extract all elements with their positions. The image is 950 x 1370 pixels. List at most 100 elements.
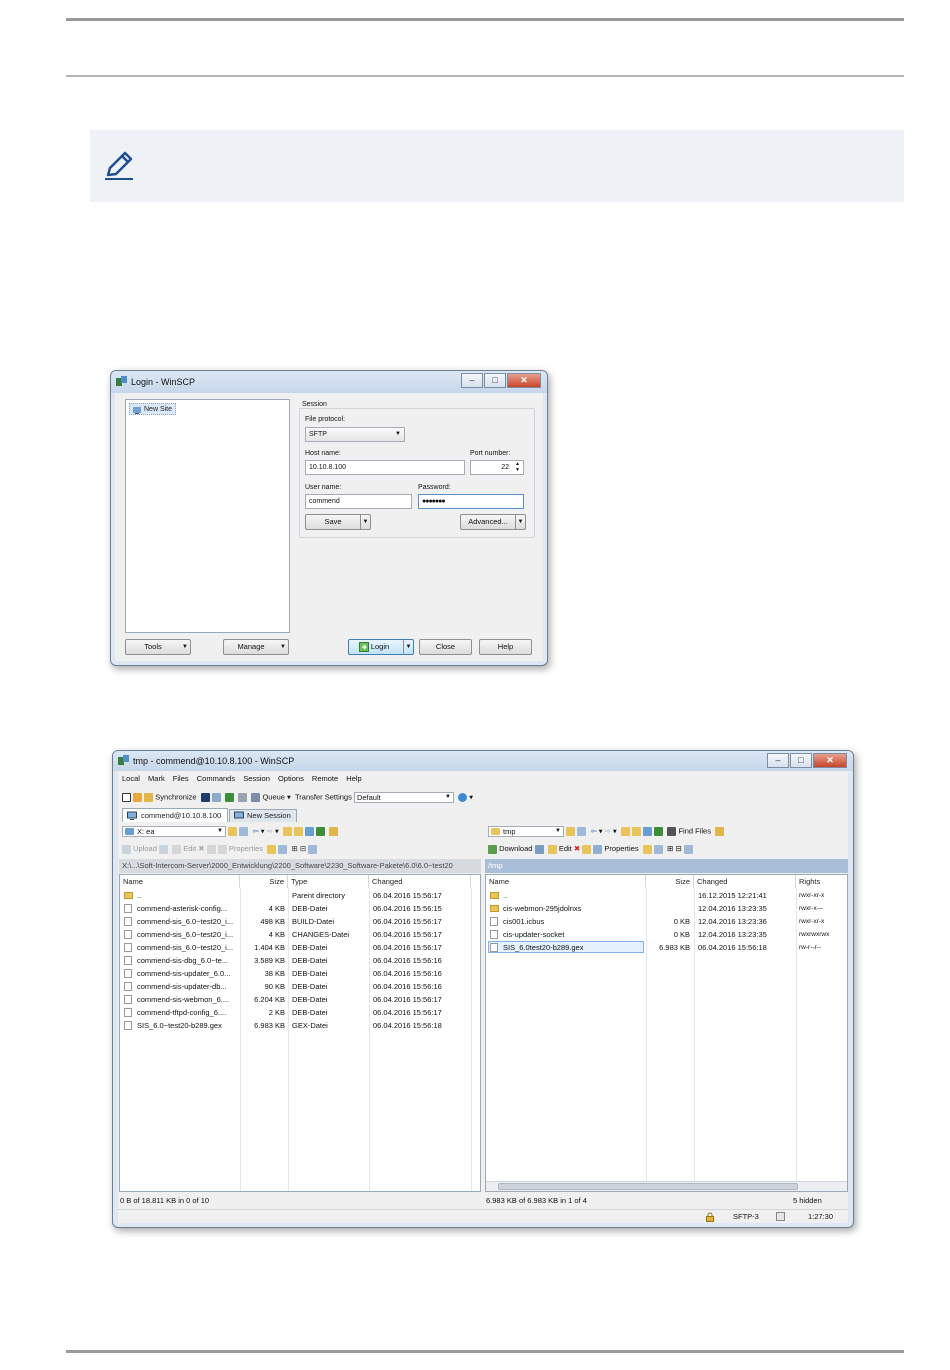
collapse-icon[interactable]: ⊟ (300, 844, 306, 853)
site-tree[interactable]: New Site (125, 399, 290, 633)
minimize-button[interactable]: – (461, 373, 483, 388)
parent-folder-icon[interactable] (282, 827, 292, 836)
menu-options[interactable]: Options (278, 774, 304, 783)
delete-icon[interactable]: ✖ (198, 844, 204, 853)
right-col-changed[interactable]: Changed (694, 875, 796, 888)
menu-help[interactable]: Help (346, 774, 361, 783)
menu-remote[interactable]: Remote (312, 774, 338, 783)
expand-icon[interactable]: ⊞ (667, 844, 673, 853)
find-icon[interactable] (329, 827, 339, 836)
site-tree-item-new-site[interactable]: New Site (129, 403, 177, 415)
close-window-button[interactable]: ✕ (813, 753, 847, 768)
globe-icon[interactable] (458, 793, 468, 802)
table-row[interactable]: commend-sis-dbg_6.0~te... 3.589 KB DEB-Dat… (120, 954, 480, 967)
filter-icon[interactable] (683, 844, 693, 854)
password-input[interactable]: ●●●●●●● (418, 494, 524, 509)
home-icon[interactable] (305, 827, 315, 836)
save-button[interactable]: Save ▼ (305, 514, 371, 530)
root-folder-icon[interactable] (632, 827, 642, 836)
left-properties-button[interactable]: Properties (229, 844, 263, 853)
collapse-icon[interactable]: ⊟ (675, 844, 681, 853)
right-drive-select[interactable]: tmp ▼ (488, 826, 564, 837)
table-row[interactable]: commend-sis-updater-db... 90 KB DEB-Datei 0… (120, 980, 480, 993)
refresh-icon[interactable] (225, 793, 234, 802)
table-row[interactable]: commend-sis-updater_6.0... 38 KB DEB-Datei… (120, 967, 480, 980)
home-icon[interactable] (643, 827, 653, 836)
table-row[interactable]: commend-sis_6.0~test20_i... 498 KB BUILD-D… (120, 915, 480, 928)
maximize-button[interactable]: □ (790, 753, 812, 768)
minimize-button[interactable]: – (767, 753, 789, 768)
open-folder-icon[interactable] (566, 827, 576, 836)
menu-session[interactable]: Session (243, 774, 270, 783)
right-col-size[interactable]: Size (646, 875, 694, 888)
refresh-icon[interactable] (316, 827, 326, 836)
right-file-panel[interactable]: Name Size Changed Rights .. 16.12.2015 12… (485, 874, 848, 1192)
table-row[interactable]: SIS_6.0~test20-b289.gex 6.983 KB GEX-Datei… (120, 1019, 480, 1032)
synchronize-icon[interactable] (144, 793, 154, 802)
host-name-input[interactable]: 10.10.8.100 (305, 460, 465, 475)
left-col-changed[interactable]: Changed (369, 875, 471, 888)
table-row[interactable]: commend-sis_6.0~test20_i... 1.404 KB DEB-D… (120, 941, 480, 954)
find-icon[interactable] (715, 827, 725, 836)
synchronize-button[interactable]: Synchronize (155, 792, 196, 801)
refresh-icon[interactable] (654, 827, 664, 836)
filter-icon[interactable] (239, 827, 249, 836)
expand-icon[interactable]: ⊞ (291, 844, 297, 853)
new-file-icon[interactable] (653, 844, 663, 854)
login-button[interactable]: Login ▼ (348, 639, 414, 655)
advanced-button[interactable]: Advanced... ▼ (460, 514, 526, 530)
compare-icon[interactable] (133, 793, 143, 802)
parent-folder-icon[interactable] (620, 827, 630, 836)
left-edit-button[interactable]: Edit (183, 844, 196, 853)
panels-icon[interactable] (122, 793, 131, 802)
right-col-rights[interactable]: Rights (796, 875, 847, 888)
filter-icon[interactable] (577, 827, 587, 836)
left-file-panel[interactable]: Name Size Type Changed .. Parent director… (119, 874, 481, 1192)
left-col-size[interactable]: Size (240, 875, 288, 888)
right-path-bar[interactable]: /tmp (485, 859, 848, 873)
new-folder-icon[interactable] (267, 844, 277, 854)
queue-button[interactable]: Queue (262, 792, 285, 801)
menu-files[interactable]: Files (173, 774, 189, 783)
table-row[interactable]: .. 16.12.2015 12:21:41 rwxr-xr-x (486, 889, 847, 902)
root-folder-icon[interactable] (294, 827, 304, 836)
left-col-name[interactable]: Name (120, 875, 240, 888)
table-row[interactable]: cis-webmon-295jdolnxs 12.04.2016 13:23:35… (486, 902, 847, 915)
manage-button[interactable]: Manage ▼ (223, 639, 289, 655)
file-protocol-select[interactable]: SFTP ▼ (305, 427, 405, 442)
table-row[interactable]: commend-sis-webmon_6.... 6.204 KB DEB-Date… (120, 993, 480, 1006)
user-name-input[interactable]: commend (305, 494, 412, 509)
menu-mark[interactable]: Mark (148, 774, 165, 783)
download-button[interactable]: Download (499, 844, 532, 853)
table-row[interactable]: commend-asterisk-config... 4 KB DEB-Datei 0… (120, 902, 480, 915)
table-row[interactable]: SIS_6.0test20-b289.gex 6.983 KB 06.04.2016… (486, 941, 847, 954)
right-col-name[interactable]: Name (486, 875, 646, 888)
tools-button[interactable]: Tools ▼ (125, 639, 191, 655)
new-session-tab[interactable]: New Session (229, 809, 297, 822)
right-properties-button[interactable]: Properties (604, 844, 638, 853)
console-icon[interactable] (200, 793, 210, 802)
putty-icon[interactable] (211, 793, 221, 802)
menu-local[interactable]: Local (122, 774, 140, 783)
table-row[interactable]: cis001.icbus 0 KB 12.04.2016 13:23:36 rwxr-… (486, 915, 847, 928)
left-col-type[interactable]: Type (288, 875, 369, 888)
port-number-input[interactable]: 22 ▲ ▼ (470, 460, 524, 475)
left-drive-select[interactable]: X: ea ▼ (122, 826, 226, 837)
help-button[interactable]: Help (479, 639, 532, 655)
forward-icon[interactable]: ⇨ (605, 826, 611, 835)
close-window-button[interactable]: ✕ (507, 373, 541, 388)
back-icon[interactable]: ⇦ (590, 826, 596, 835)
back-icon[interactable]: ⇦ (252, 826, 258, 835)
scrollbar-thumb[interactable] (498, 1183, 798, 1190)
new-file-icon[interactable] (278, 844, 288, 854)
table-row[interactable]: commend-sis_6.0~test20_i... 4 KB CHANGES-D… (120, 928, 480, 941)
left-path-bar[interactable]: X:\...\Soft-Intercom-Server\2000_Entwick… (119, 859, 481, 873)
right-edit-button[interactable]: Edit (559, 844, 572, 853)
new-folder-icon[interactable] (642, 844, 652, 854)
rename-icon[interactable] (582, 844, 592, 854)
table-row[interactable]: commend-tftpd-config_6.... 2 KB DEB-Datei 0… (120, 1006, 480, 1019)
transfer-settings-select[interactable]: Default ▼ (353, 792, 454, 803)
session-tab-active[interactable]: commend@10.10.8.100 (122, 808, 229, 822)
maximize-button[interactable]: □ (484, 373, 506, 388)
forward-icon[interactable]: ⇨ (267, 826, 273, 835)
